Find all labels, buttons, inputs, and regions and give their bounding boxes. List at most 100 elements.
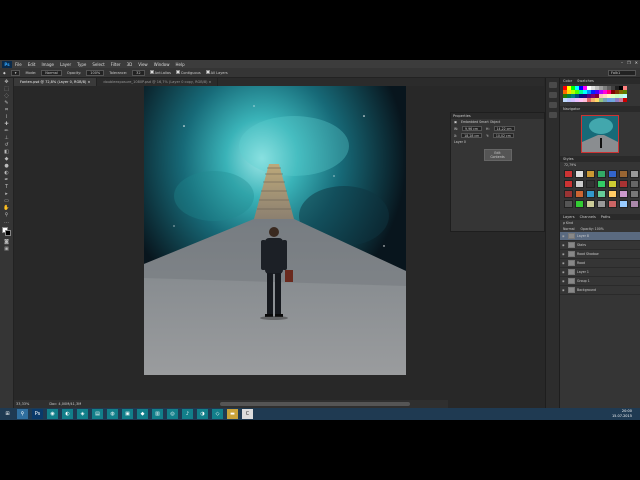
style-preset[interactable] (575, 170, 584, 178)
menu-file[interactable]: File (15, 62, 22, 67)
paragraph-panel-icon[interactable] (548, 112, 557, 118)
edit-contents-button[interactable]: Edit Contents (483, 149, 512, 161)
style-preset[interactable] (630, 200, 639, 208)
layer-row[interactable]: ◉ Road Shadow (560, 250, 640, 259)
style-preset[interactable] (619, 180, 628, 188)
tab-doubleexposure[interactable]: doubleexposure_1080P.psd @ 16,7% (Layer … (97, 78, 219, 86)
layer-blend-mode[interactable]: Normal (563, 227, 575, 231)
zoom-level[interactable]: 33,33% (16, 402, 29, 406)
brush-tool-icon[interactable]: ✏ (3, 128, 11, 134)
style-preset[interactable] (619, 200, 628, 208)
tab-color[interactable]: Color (563, 79, 572, 83)
folder-icon[interactable]: ▬ (227, 409, 238, 419)
character-panel-icon[interactable] (548, 102, 557, 108)
contiguous-checkbox[interactable]: Contiguous (175, 70, 201, 75)
layer-row[interactable]: ◉ Group 1 (560, 277, 640, 286)
bucket-tool-icon[interactable]: ◆ (3, 156, 11, 162)
style-preset[interactable] (597, 190, 606, 198)
maximize-button[interactable]: ❐ (627, 60, 631, 65)
color-swatches-icon[interactable] (1, 227, 12, 237)
horizontal-scrollbar[interactable] (220, 402, 410, 406)
style-preset[interactable] (608, 200, 617, 208)
menu-edit[interactable]: Edit (28, 62, 36, 67)
layer-row[interactable]: ◉ Road (560, 259, 640, 268)
visibility-eye-icon[interactable]: ◉ (562, 279, 566, 283)
minimize-button[interactable]: – (621, 60, 623, 65)
history-panel-icon[interactable] (548, 82, 557, 88)
width-input[interactable]: 9,96 cm (462, 126, 483, 131)
style-preset[interactable] (608, 190, 617, 198)
app-icon-1[interactable]: ◉ (47, 409, 58, 419)
app-icon-5[interactable]: ◍ (107, 409, 118, 419)
menu-filter[interactable]: Filter (111, 62, 121, 67)
tab-paths[interactable]: Paths (601, 215, 611, 219)
blur-tool-icon[interactable]: ● (3, 163, 11, 169)
menu-view[interactable]: View (138, 62, 148, 67)
zoom-tool-icon[interactable]: ⚲ (3, 212, 11, 218)
eraser-tool-icon[interactable]: ◧ (3, 149, 11, 155)
style-preset[interactable] (564, 170, 573, 178)
tab-swatches[interactable]: Swatches (577, 79, 594, 83)
fill-source-select[interactable]: ▾ (10, 69, 21, 76)
style-preset[interactable] (597, 170, 606, 178)
visibility-eye-icon[interactable]: ◉ (562, 270, 566, 274)
opacity-input[interactable]: 100% (86, 69, 105, 76)
x-input[interactable]: 18,28 cm (461, 133, 483, 138)
app-icon-2[interactable]: ◐ (62, 409, 73, 419)
visibility-eye-icon[interactable]: ◉ (562, 252, 566, 256)
app-icon-8[interactable]: ▥ (152, 409, 163, 419)
style-preset[interactable] (630, 190, 639, 198)
style-preset[interactable] (597, 180, 606, 188)
layer-opacity[interactable]: Opacity: 100% (581, 227, 604, 231)
menu-select[interactable]: Select (92, 62, 104, 67)
visibility-eye-icon[interactable]: ◉ (562, 288, 566, 292)
antialias-checkbox[interactable]: Anti-alias (149, 70, 171, 75)
crop-tool-icon[interactable]: ⌗ (3, 107, 11, 113)
workspace-select[interactable]: Folk1 (608, 70, 636, 76)
app-icon-12[interactable]: ◇ (212, 409, 223, 419)
app-icon-10[interactable]: ♪ (182, 409, 193, 419)
app-icon-11[interactable]: ◑ (197, 409, 208, 419)
tab-channels[interactable]: Channels (580, 215, 596, 219)
windows-start-icon[interactable]: ⊞ (2, 409, 13, 419)
app-icon-3[interactable]: ◈ (77, 409, 88, 419)
menu-help[interactable]: Help (175, 62, 184, 67)
eyedropper-tool-icon[interactable]: ⌇ (3, 114, 11, 120)
style-preset[interactable] (630, 180, 639, 188)
menu-3d[interactable]: 3D (127, 62, 133, 67)
taskbar-clock[interactable]: 20:00 15.07.2015 (612, 409, 632, 418)
dodge-tool-icon[interactable]: ◐ (3, 170, 11, 176)
properties-panel-icon[interactable] (548, 92, 557, 98)
style-preset[interactable] (586, 170, 595, 178)
tolerance-input[interactable]: 32 (132, 69, 145, 76)
menu-window[interactable]: Window (154, 62, 170, 67)
style-preset[interactable] (564, 190, 573, 198)
y-input[interactable]: 10,02 cm (492, 133, 514, 138)
photoshop-taskbar-icon[interactable]: Ps (32, 409, 43, 419)
style-preset[interactable] (564, 180, 573, 188)
style-preset[interactable] (608, 180, 617, 188)
type-tool-icon[interactable]: T (3, 184, 11, 190)
style-preset[interactable] (586, 180, 595, 188)
edit-toolbar-icon[interactable]: … (3, 219, 11, 225)
style-preset[interactable] (619, 190, 628, 198)
marquee-tool-icon[interactable]: ⬚ (3, 86, 11, 92)
styles-grid[interactable] (560, 168, 640, 210)
menu-layer[interactable]: Layer (60, 62, 71, 67)
style-preset[interactable] (630, 170, 639, 178)
paint-bucket-icon[interactable]: ◆ (3, 71, 6, 75)
tab-fonten[interactable]: Fonten.psd @ 72,8% (Layer 0, RGB/8) × (14, 78, 98, 86)
lasso-tool-icon[interactable]: ◌ (3, 93, 11, 99)
mode-select[interactable]: Normal (41, 69, 62, 76)
visibility-eye-icon[interactable]: ◉ (562, 261, 566, 265)
app-icon-13[interactable]: C (242, 409, 253, 419)
swatch[interactable] (623, 98, 627, 102)
path-select-tool-icon[interactable]: ▸ (3, 191, 11, 197)
quick-select-tool-icon[interactable]: ✎ (3, 100, 11, 106)
menu-image[interactable]: Image (41, 62, 54, 67)
pen-tool-icon[interactable]: ✒ (3, 177, 11, 183)
layer-row[interactable]: ◉ Layer 8 (560, 232, 640, 241)
layer-filter-kind[interactable]: ρ Kind (563, 221, 573, 225)
menu-type[interactable]: Type (77, 62, 86, 67)
canvas-area[interactable] (14, 86, 448, 400)
